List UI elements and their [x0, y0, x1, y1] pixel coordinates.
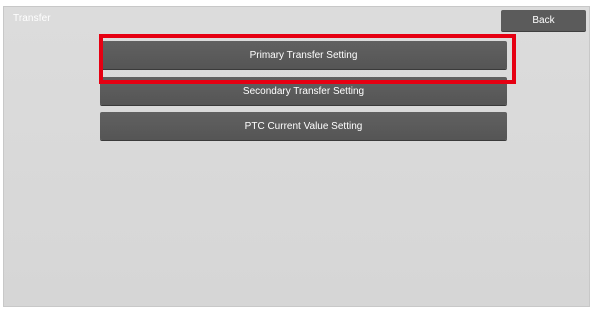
page-title: Transfer — [13, 13, 51, 24]
back-button[interactable]: Back — [501, 10, 586, 31]
primary-transfer-setting-button[interactable]: Primary Transfer Setting — [100, 41, 507, 69]
ptc-current-value-setting-button[interactable]: PTC Current Value Setting — [100, 112, 507, 140]
secondary-transfer-setting-button[interactable]: Secondary Transfer Setting — [100, 77, 507, 105]
transfer-screen: Transfer Back Primary Transfer Setting S… — [3, 6, 590, 307]
